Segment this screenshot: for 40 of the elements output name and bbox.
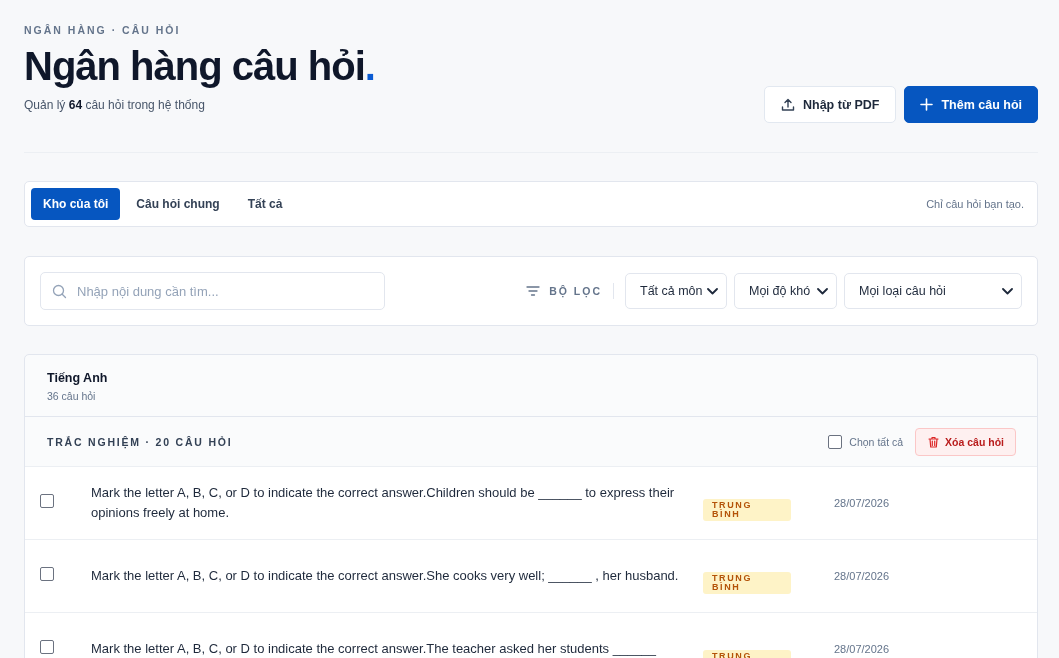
row-checkbox[interactable] bbox=[40, 567, 54, 581]
search-field[interactable]: Nhập nội dung cần tìm... bbox=[40, 272, 385, 310]
section-title: TRẮC NGHIỆM · 20 CÂU HỎI bbox=[47, 435, 233, 448]
filter-icon bbox=[526, 286, 541, 296]
question-text: Mark the letter A, B, C, or D to indicate the correct answer.She cooks very well; ______ , her husband. bbox=[91, 567, 680, 585]
question-text: Mark the letter A, B, C, or D to indicate the correct answer.Children should be ______ to express their opinions freely at home. bbox=[91, 484, 676, 522]
chevron-down-icon bbox=[1002, 287, 1013, 295]
difficulty-tag: TRUNG BÌNH bbox=[703, 572, 791, 594]
add-question-button[interactable]: Thêm câu hỏi bbox=[904, 86, 1038, 123]
trash-icon bbox=[928, 435, 940, 448]
subject-count: 36 câu hỏi bbox=[47, 390, 97, 402]
tab-hint: Chỉ câu hỏi bạn tạo. bbox=[926, 198, 1024, 210]
subject-name: Tiếng Anh bbox=[47, 371, 109, 385]
filter-dropdown[interactable]: Mọi loại câu hỏi bbox=[844, 273, 1022, 309]
search-icon bbox=[52, 284, 67, 299]
page-title: Ngân hàng câu hỏi. bbox=[24, 43, 375, 90]
chevron-down-icon bbox=[707, 287, 718, 295]
import-pdf-button[interactable]: Nhập từ PDF bbox=[764, 86, 897, 123]
question-date: 28/07/2026 bbox=[834, 643, 890, 655]
question-date: 28/07/2026 bbox=[834, 497, 890, 509]
question-text: Mark the letter A, B, C, or D to indicate the correct answer.The teacher asked her students ______ bbox=[91, 640, 658, 658]
difficulty-tag: TRUNG BÌNH bbox=[703, 499, 791, 521]
tab[interactable]: Tất cả bbox=[235, 188, 295, 220]
select-all-checkbox[interactable] bbox=[828, 434, 843, 449]
tab[interactable]: Kho của tôi bbox=[31, 188, 121, 220]
filter-dropdown[interactable]: Tất cả môn bbox=[625, 273, 727, 309]
difficulty-tag: TRUNG bbox=[703, 649, 791, 658]
filter-label: BỘ LỌC bbox=[549, 285, 602, 297]
chevron-down-icon bbox=[817, 287, 828, 295]
delete-questions-button[interactable]: Xóa câu hỏi bbox=[915, 427, 1016, 456]
row-checkbox[interactable] bbox=[40, 494, 54, 508]
select-all-label: Chọn tất cả bbox=[849, 435, 904, 448]
page-subtitle: Quản lý 64 câu hỏi trong hệ thống bbox=[24, 98, 206, 112]
plus-icon bbox=[920, 98, 934, 111]
upload-icon bbox=[781, 97, 795, 112]
tab[interactable]: Câu hỏi chung bbox=[124, 188, 232, 220]
question-date: 28/07/2026 bbox=[834, 570, 890, 582]
filter-dropdown[interactable]: Mọi độ khó bbox=[734, 273, 837, 309]
row-checkbox[interactable] bbox=[40, 640, 54, 654]
breadcrumb: NGÂN HÀNG · CÂU HỎI bbox=[24, 24, 182, 36]
